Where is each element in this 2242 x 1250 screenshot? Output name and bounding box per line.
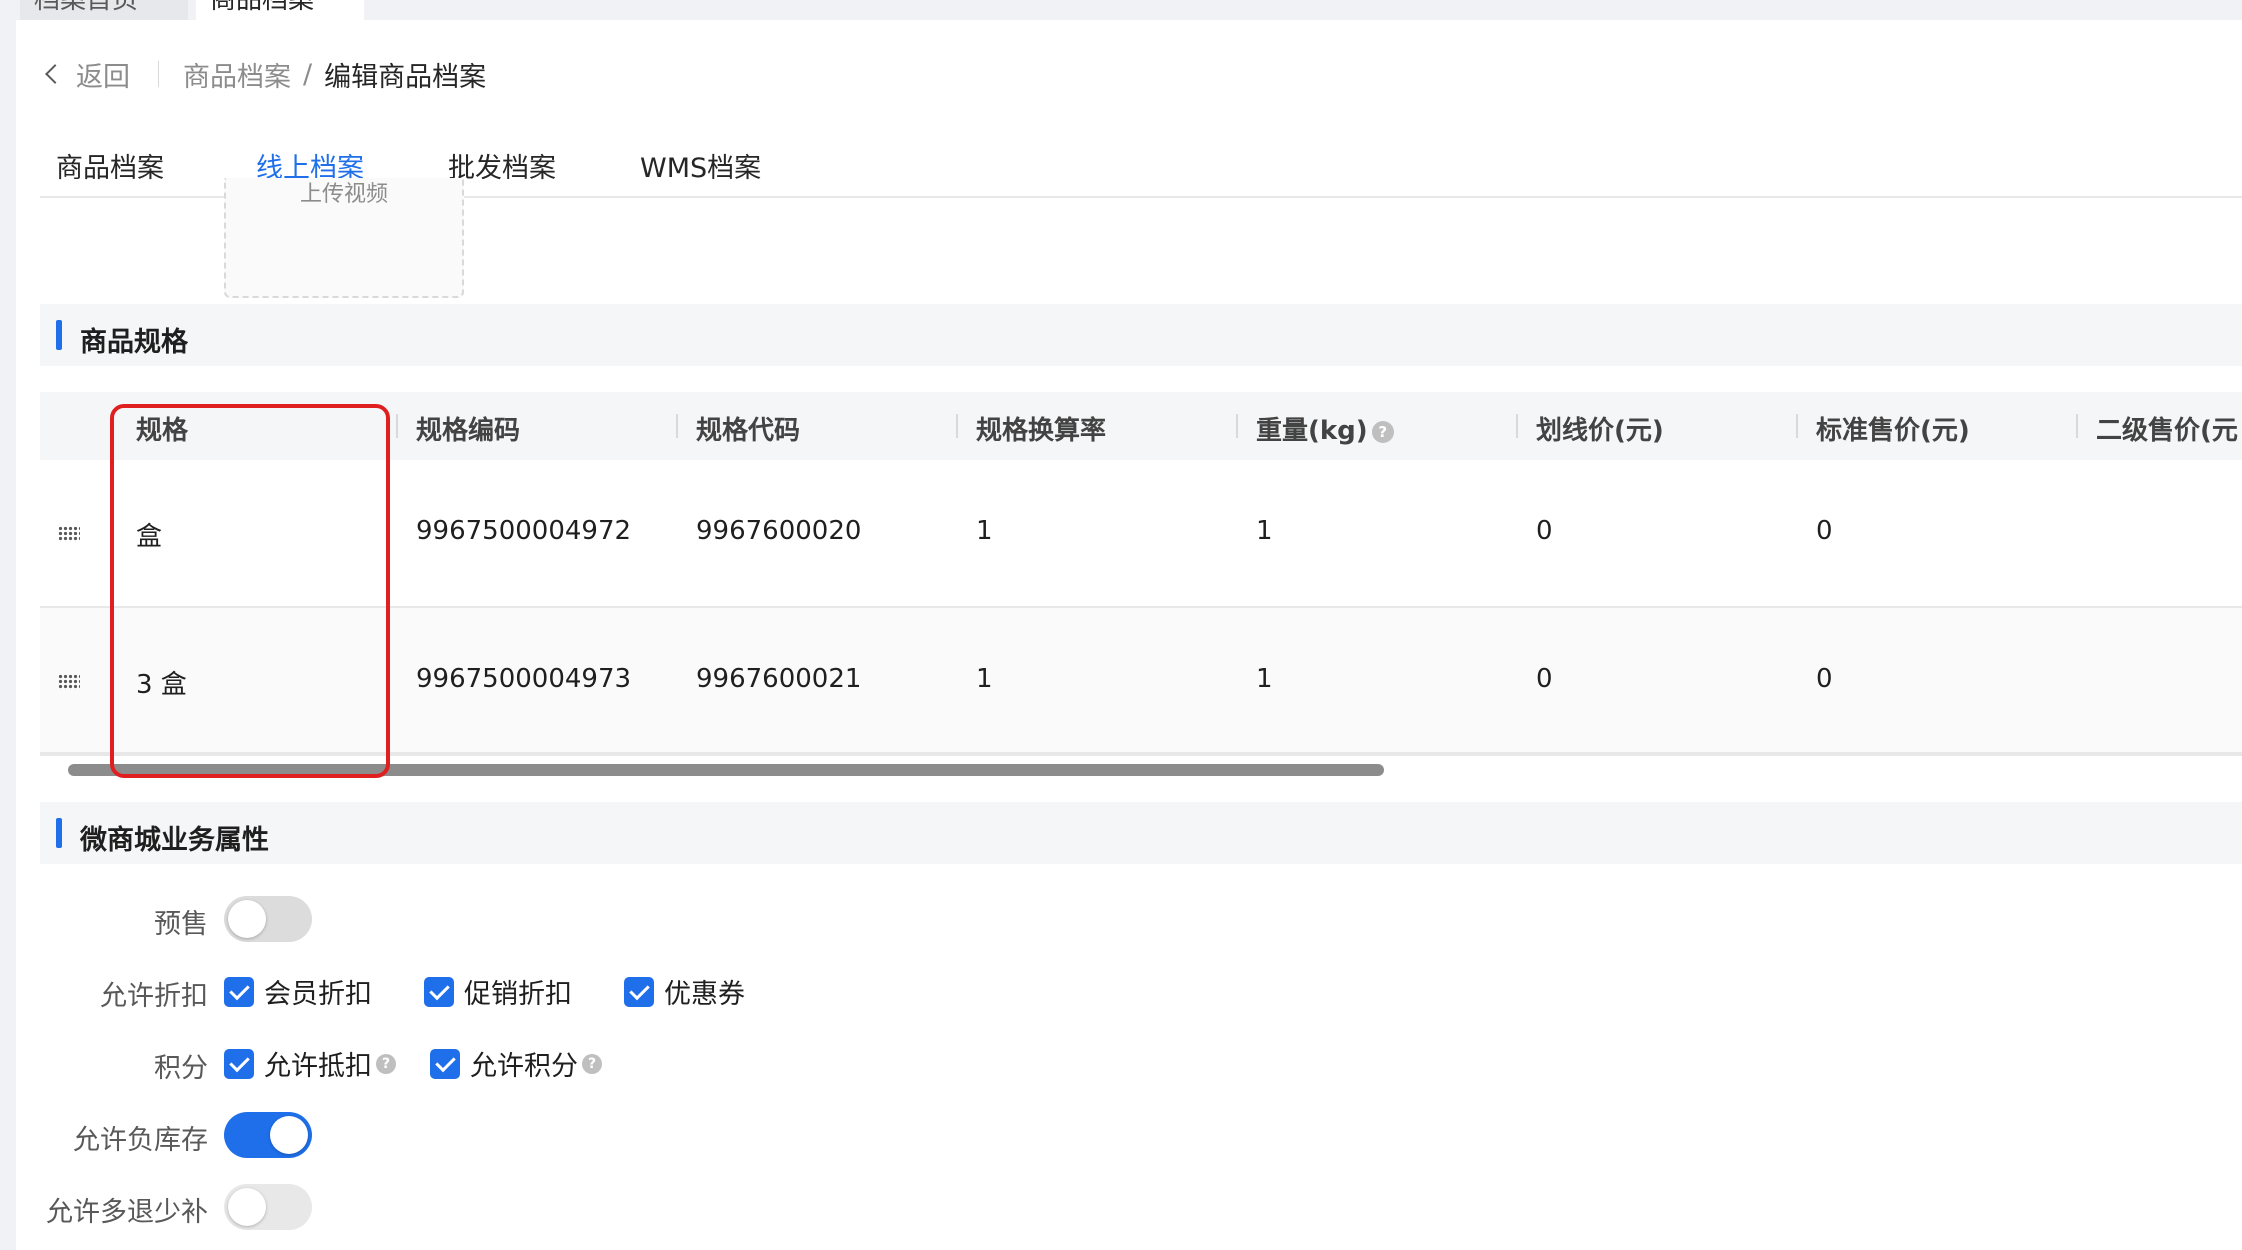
tab-wholesale-archive[interactable]: 批发档案: [448, 146, 556, 185]
back-link[interactable]: 返回: [76, 55, 130, 94]
cell-list-price: 0: [1536, 664, 1553, 694]
chevron-left-icon[interactable]: [42, 64, 62, 84]
question-icon[interactable]: ?: [582, 1053, 602, 1074]
cell-conversion-rate: 1: [976, 664, 993, 694]
mall-section-header: 微商城业务属性: [40, 802, 2242, 864]
question-icon[interactable]: ?: [376, 1053, 396, 1074]
checkbox-checked-icon: [430, 1048, 460, 1079]
checkbox-checked-icon: [424, 976, 454, 1007]
cell-weight: 1: [1256, 664, 1273, 694]
column-divider: [956, 414, 958, 438]
breadcrumb: 返回 商品档案 / 编辑商品档案: [42, 54, 486, 94]
breadcrumb-separator: /: [303, 58, 313, 90]
spec-section-header: 商品规格: [40, 304, 2242, 366]
column-divider: [676, 414, 678, 438]
toggle-knob: [228, 900, 266, 938]
over-return-toggle[interactable]: [224, 1184, 312, 1230]
allow-points-label: 允许积分: [470, 1051, 578, 1082]
mall-section-title: 微商城业务属性: [80, 825, 269, 856]
presale-toggle[interactable]: [224, 896, 312, 942]
cell-weight: 1: [1256, 516, 1273, 546]
allow-deduction-checkbox[interactable]: 允许抵扣?: [224, 1044, 396, 1083]
main-panel: 返回 商品档案 / 编辑商品档案 商品档案 线上档案 批发档案 WMS档案 上传…: [16, 20, 2242, 1250]
cell-spec-id: 9967600021: [696, 664, 862, 694]
spec-section-title: 商品规格: [80, 327, 188, 358]
breadcrumb-parent[interactable]: 商品档案: [183, 55, 291, 94]
page-tab-product-archive[interactable]: 商品档案: [196, 0, 364, 20]
column-divider: [1236, 414, 1238, 438]
tab-wms-archive[interactable]: WMS档案: [640, 146, 761, 185]
negative-stock-label: 允许负库存: [73, 1125, 208, 1156]
column-header-list-price: 划线价(元): [1536, 416, 1664, 446]
weight-header-label: 重量(kg): [1256, 416, 1368, 446]
checkbox-checked-icon: [624, 976, 654, 1007]
question-icon[interactable]: ?: [1371, 420, 1394, 443]
checkbox-checked-icon: [224, 1048, 254, 1079]
drag-handle-icon[interactable]: [58, 526, 80, 542]
upload-video-label: 上传视频: [299, 182, 388, 207]
column-header-spec-code: 规格编码: [416, 416, 521, 446]
over-return-row: 允许多退少补: [16, 1184, 1216, 1232]
cell-list-price: 0: [1536, 516, 1553, 546]
column-divider: [1796, 414, 1798, 438]
column-divider: [1516, 414, 1518, 438]
drag-handle-icon[interactable]: [58, 674, 80, 690]
cell-spec-code: 9967500004972: [416, 516, 632, 546]
column-divider: [396, 414, 398, 438]
tab-product-archive[interactable]: 商品档案: [56, 146, 164, 185]
negative-stock-row: 允许负库存: [16, 1112, 1216, 1160]
checkbox-checked-icon: [224, 976, 254, 1007]
presale-label: 预售: [154, 909, 208, 940]
breadcrumb-current: 编辑商品档案: [324, 61, 487, 93]
promo-discount-label: 促销折扣: [464, 979, 572, 1010]
column-header-standard-price: 标准售价(元): [1816, 416, 1970, 446]
points-label: 积分: [154, 1053, 208, 1084]
toggle-knob: [270, 1116, 308, 1154]
discount-label: 允许折扣: [100, 981, 208, 1012]
cell-standard-price: 0: [1816, 516, 1833, 546]
over-return-label: 允许多退少补: [46, 1197, 208, 1228]
column-header-secondary-price: 二级售价(元: [2096, 416, 2238, 446]
allow-points-checkbox[interactable]: 允许积分?: [430, 1044, 602, 1083]
upload-video-box[interactable]: 上传视频: [224, 178, 464, 298]
allow-deduction-label: 允许抵扣: [264, 1051, 372, 1082]
section-accent-bar: [56, 320, 62, 350]
toggle-knob: [228, 1188, 266, 1226]
breadcrumb-divider: [158, 61, 159, 87]
member-discount-checkbox[interactable]: 会员折扣: [224, 972, 372, 1011]
section-accent-bar: [56, 818, 62, 848]
points-row: 积分 允许抵扣? 允许积分?: [16, 1040, 1216, 1088]
column-divider: [2076, 414, 2078, 438]
promo-discount-checkbox[interactable]: 促销折扣: [424, 972, 572, 1011]
cell-spec-code: 9967500004973: [416, 664, 632, 694]
column-header-spec-id: 规格代码: [696, 416, 801, 446]
column-header-conversion-rate: 规格换算率: [976, 416, 1107, 446]
discount-row: 允许折扣 会员折扣 促销折扣 优惠券: [16, 968, 1216, 1016]
cell-conversion-rate: 1: [976, 516, 993, 546]
member-discount-label: 会员折扣: [264, 979, 372, 1010]
page-tab-home[interactable]: 档案首页: [20, 0, 188, 20]
coupon-checkbox[interactable]: 优惠券: [624, 972, 745, 1011]
cell-spec-id: 9967600020: [696, 516, 862, 546]
spec-column-highlight: [110, 404, 390, 778]
column-header-weight: 重量(kg)?: [1256, 410, 1394, 447]
negative-stock-toggle[interactable]: [224, 1112, 312, 1158]
coupon-label: 优惠券: [664, 979, 745, 1010]
presale-row: 预售: [16, 896, 1216, 944]
cell-standard-price: 0: [1816, 664, 1833, 694]
page-tab-bar: 档案首页 商品档案: [0, 0, 2242, 20]
